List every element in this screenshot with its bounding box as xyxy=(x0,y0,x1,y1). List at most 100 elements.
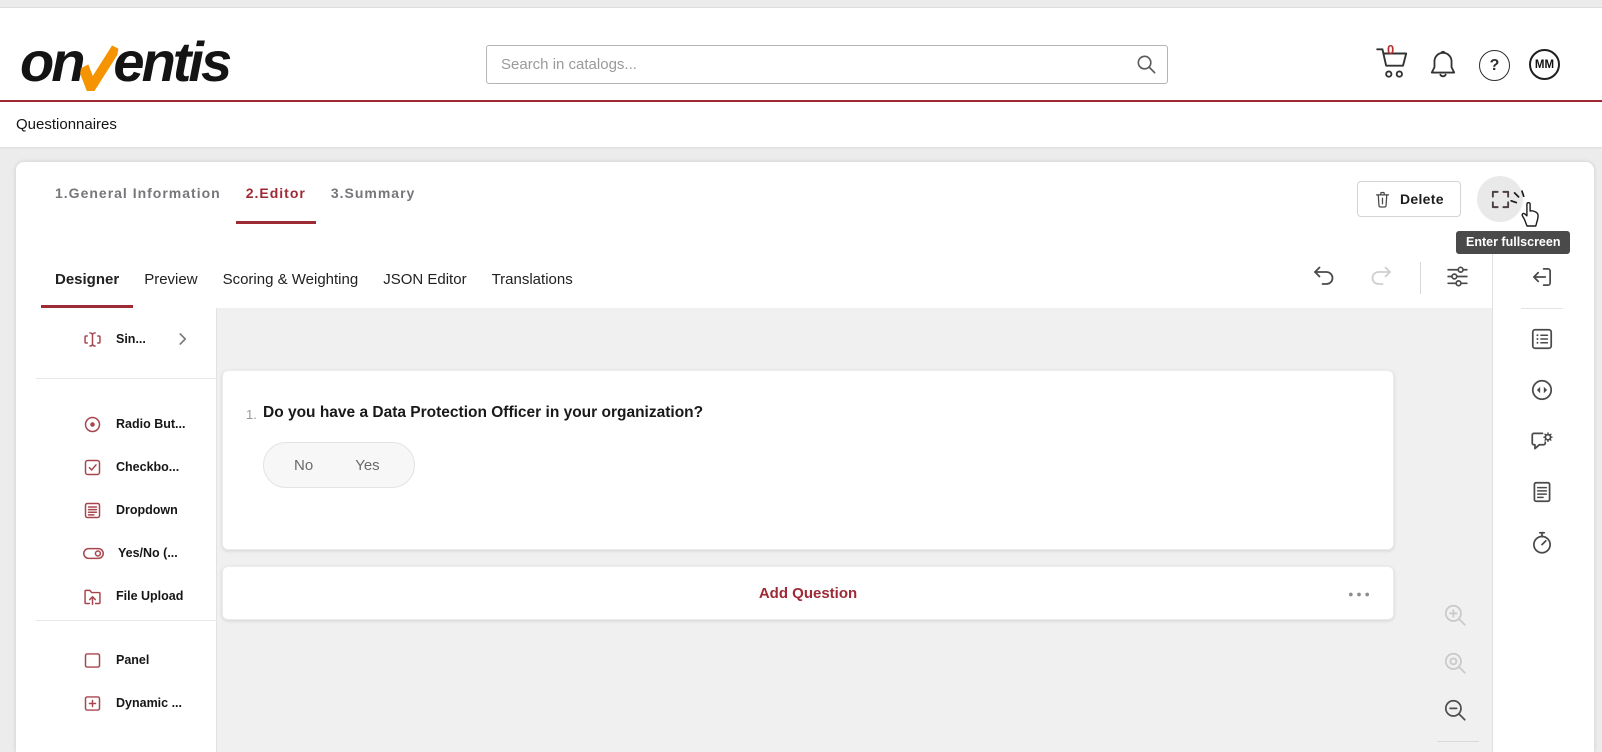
undo-button[interactable] xyxy=(1311,264,1337,288)
question-card[interactable]: 1. Do you have a Data Protection Officer… xyxy=(222,370,1394,550)
radio-button-icon xyxy=(82,414,103,435)
timer-button[interactable] xyxy=(1529,530,1555,556)
dynamic-panel-icon xyxy=(82,693,103,714)
tab-translations[interactable]: Translations xyxy=(492,250,573,308)
divider xyxy=(1521,308,1563,309)
search-input[interactable] xyxy=(486,45,1168,84)
trash-icon xyxy=(1374,190,1391,209)
fullscreen-icon xyxy=(1490,189,1511,210)
file-upload-icon xyxy=(82,586,103,607)
form-settings-button[interactable] xyxy=(1529,326,1555,352)
designer-settings-button[interactable] xyxy=(1445,264,1470,289)
notes-button[interactable] xyxy=(1529,479,1555,505)
toolbox-item-single-line-input[interactable]: Sin... xyxy=(16,318,216,360)
redo-button[interactable] xyxy=(1368,264,1394,288)
chat-gear-icon xyxy=(1529,428,1555,454)
bell-icon xyxy=(1428,48,1458,80)
tab-scoring-weighting[interactable]: Scoring & Weighting xyxy=(223,250,359,308)
step-editor[interactable]: 2.Editor xyxy=(246,162,306,224)
fullscreen-button[interactable] xyxy=(1477,176,1523,222)
stopwatch-icon xyxy=(1529,530,1555,556)
divider xyxy=(36,378,217,379)
tab-designer[interactable]: Designer xyxy=(55,250,119,308)
help-label: ? xyxy=(1490,57,1500,75)
logo-text-pre: on xyxy=(20,34,82,90)
zoom-reset-button[interactable] xyxy=(1442,650,1468,676)
step-summary[interactable]: 3.Summary xyxy=(331,162,415,224)
exit-panel-icon xyxy=(1529,264,1555,290)
chevron-right-icon[interactable] xyxy=(173,329,193,349)
editor-tabs: Designer Preview Scoring & Weighting JSO… xyxy=(16,250,1476,308)
add-question-bar: Add Question xyxy=(222,566,1394,620)
cart-button[interactable]: 0 xyxy=(1374,46,1416,86)
toolbox-item-panel[interactable]: Panel xyxy=(16,639,216,681)
logo-text-post: entis xyxy=(113,34,229,90)
toolbox-item-dynamic-panel[interactable]: Dynamic ... xyxy=(16,682,216,724)
question-number: 1. xyxy=(246,407,257,422)
panel-icon xyxy=(82,650,103,671)
help-button[interactable]: ? xyxy=(1479,50,1510,81)
redo-icon xyxy=(1368,264,1394,288)
add-question-button[interactable]: Add Question xyxy=(759,585,857,602)
page: { "header": { "logo_pre": "on", "logo_po… xyxy=(0,0,1602,752)
designer-canvas: 1. Do you have a Data Protection Officer… xyxy=(217,308,1492,752)
tab-preview[interactable]: Preview xyxy=(144,250,197,308)
delete-button-label: Delete xyxy=(1400,191,1444,207)
form-list-icon xyxy=(1529,326,1555,352)
toolbox-item-label: Sin... xyxy=(116,332,146,346)
toolbox-item-dropdown[interactable]: Dropdown xyxy=(16,489,216,531)
zoom-in-button[interactable] xyxy=(1442,602,1468,628)
checkbox-icon xyxy=(82,457,103,478)
zoom-out-icon xyxy=(1442,697,1468,723)
swap-circle-icon xyxy=(1529,377,1555,403)
undo-icon xyxy=(1311,264,1337,288)
toolbox-item-label: File Upload xyxy=(116,589,183,603)
questionnaire-editor-card: 1.General Information 2.Editor 3.Summary… xyxy=(16,162,1594,752)
toolbox-item-radio-button[interactable]: Radio But... xyxy=(16,403,216,445)
boolean-toggle[interactable]: No Yes xyxy=(263,442,415,488)
more-options-icon[interactable] xyxy=(1347,591,1371,598)
dropdown-icon xyxy=(82,500,103,521)
zoom-reset-icon xyxy=(1442,650,1468,676)
search-icon[interactable] xyxy=(1135,53,1158,76)
compare-button[interactable] xyxy=(1529,377,1555,403)
toolbox-item-label: Checkbo... xyxy=(116,460,179,474)
toggle-option-no[interactable]: No xyxy=(294,457,313,474)
single-line-input-icon xyxy=(82,329,103,350)
toolbox-item-label: Dropdown xyxy=(116,503,178,517)
toolbox-item-yes-no[interactable]: Yes/No (... xyxy=(16,532,216,574)
step-general-information[interactable]: 1.General Information xyxy=(55,162,221,224)
zoom-out-button[interactable] xyxy=(1442,697,1468,723)
divider xyxy=(1437,741,1479,742)
tab-json-editor[interactable]: JSON Editor xyxy=(383,250,466,308)
notifications-button[interactable] xyxy=(1428,48,1458,80)
sliders-icon xyxy=(1445,264,1470,289)
divider xyxy=(1492,250,1493,752)
toolbox-item-label: Radio But... xyxy=(116,417,185,431)
breadcrumb-bar: Questionnaires xyxy=(0,102,1602,147)
toolbox-item-label: Dynamic ... xyxy=(116,696,182,710)
fullscreen-tooltip: Enter fullscreen xyxy=(1456,231,1570,254)
toolbox-item-label: Panel xyxy=(116,653,149,667)
catalog-search xyxy=(486,45,1168,84)
delete-button[interactable]: Delete xyxy=(1357,181,1461,217)
toolbox-item-file-upload[interactable]: File Upload xyxy=(16,575,216,617)
app-header: on entis 0 ? MM xyxy=(0,7,1602,102)
divider xyxy=(1420,262,1421,294)
toggle-icon xyxy=(82,543,105,564)
toolbox-item-label: Yes/No (... xyxy=(118,546,178,560)
zoom-in-icon xyxy=(1442,602,1468,628)
collapse-panel-button[interactable] xyxy=(1529,264,1555,290)
divider xyxy=(36,620,217,621)
wizard-steps: 1.General Information 2.Editor 3.Summary xyxy=(55,162,415,224)
comment-settings-button[interactable] xyxy=(1529,428,1555,454)
question-toolbox: Sin... Radio But... Checkbo... Dropdown xyxy=(16,308,217,752)
question-text: Do you have a Data Protection Officer in… xyxy=(263,404,703,422)
toolbox-item-checkbox[interactable]: Checkbo... xyxy=(16,446,216,488)
onventis-logo[interactable]: on entis xyxy=(20,20,229,90)
document-icon xyxy=(1529,479,1555,505)
toggle-option-yes[interactable]: Yes xyxy=(355,457,379,474)
breadcrumb: Questionnaires xyxy=(16,102,117,147)
avatar-initials: MM xyxy=(1535,59,1554,71)
user-avatar[interactable]: MM xyxy=(1529,49,1560,80)
